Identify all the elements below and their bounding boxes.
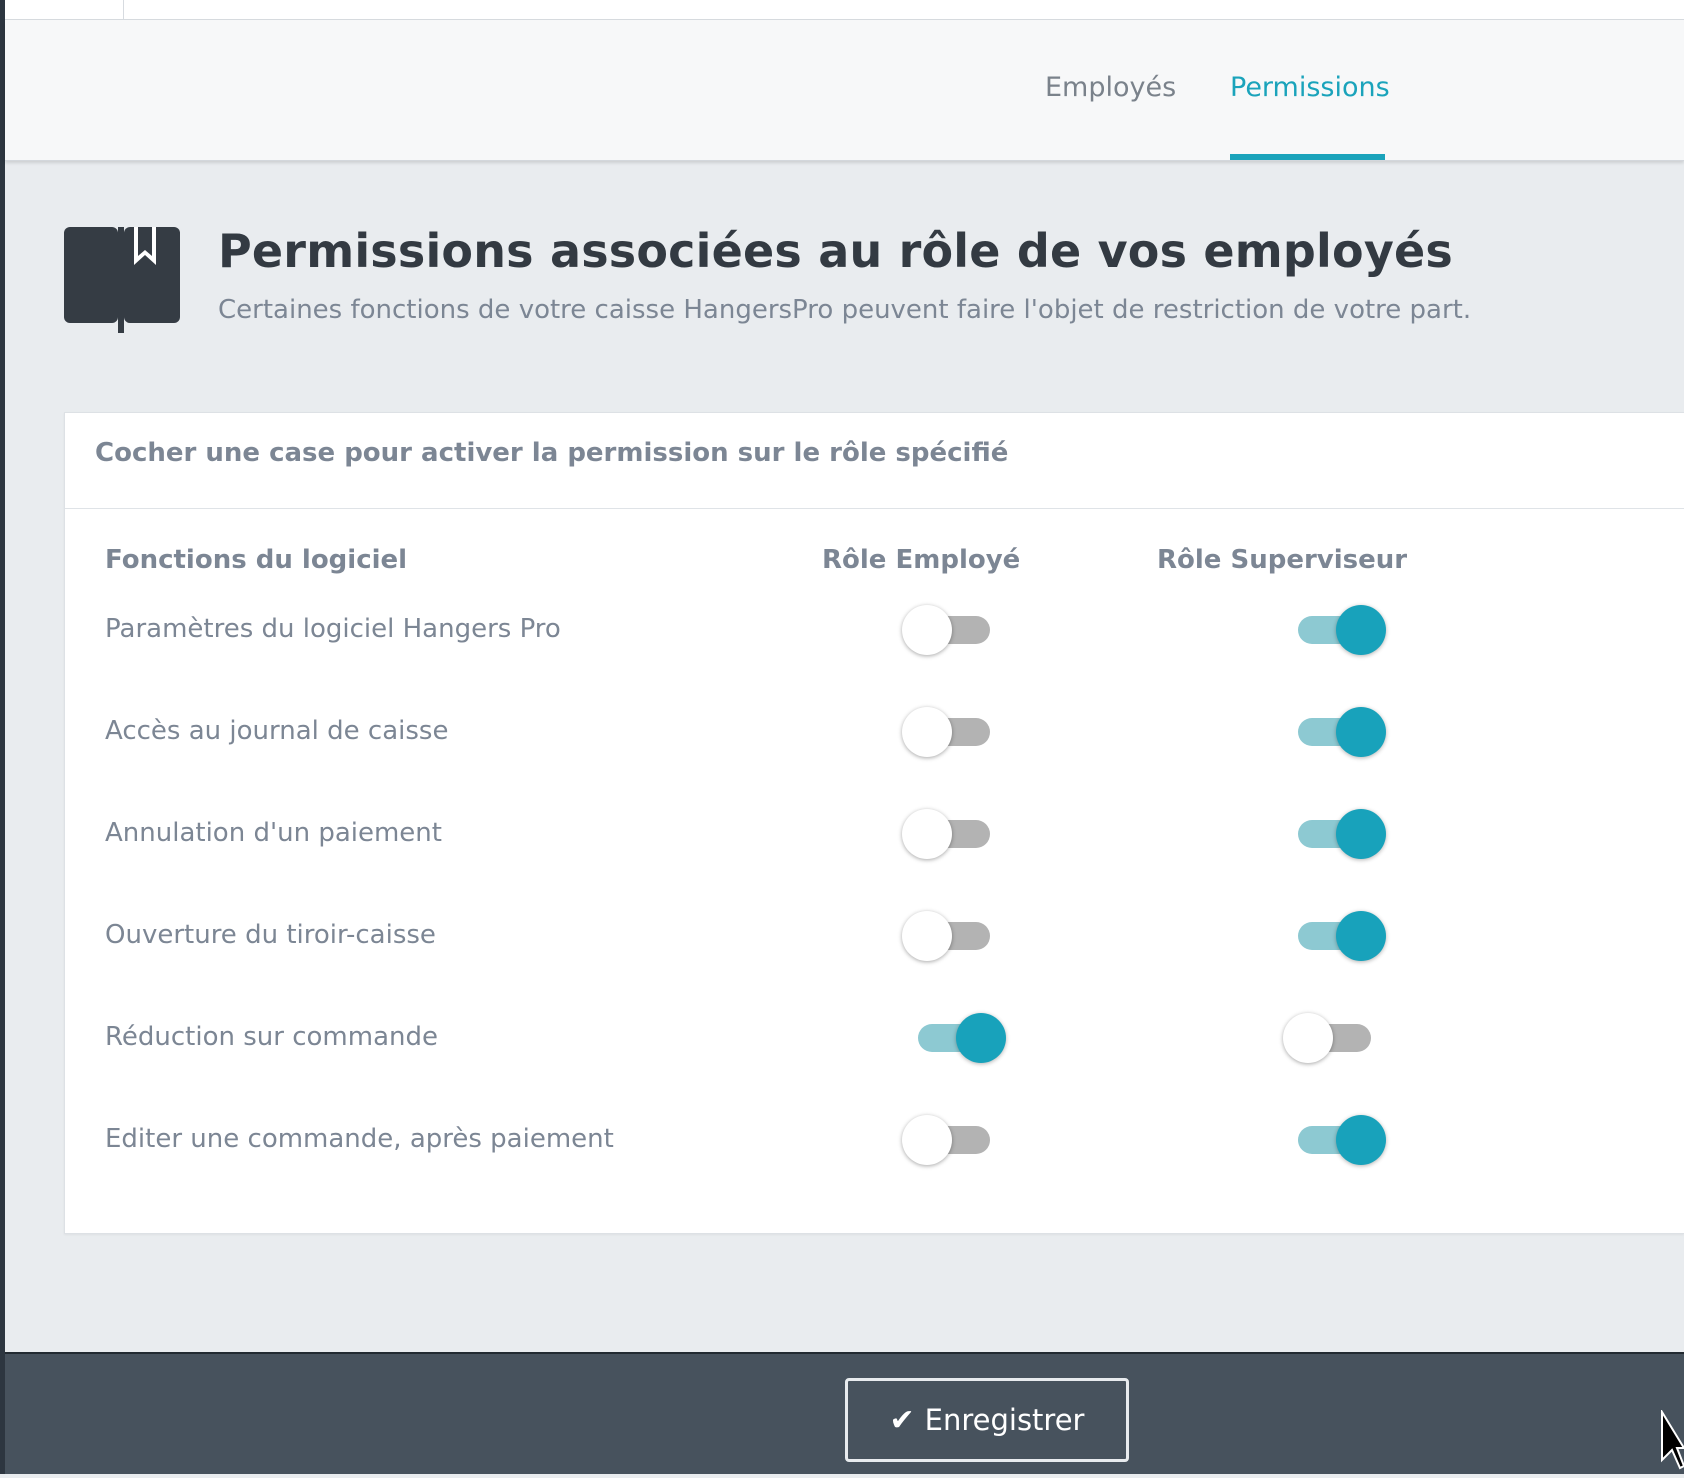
book-bookmark-icon [64, 227, 180, 333]
tab-employes[interactable]: Employés [1045, 72, 1176, 103]
permission-label: Annulation d'un paiement [105, 818, 442, 848]
toggle-knob [902, 809, 952, 859]
page-title: Permissions associées au rôle de vos emp… [218, 224, 1453, 278]
toggle-knob [1283, 1013, 1333, 1063]
top-bar-divider [123, 0, 124, 20]
toggle-role-employe[interactable] [902, 808, 998, 860]
toggle-knob [1336, 809, 1386, 859]
toggle-knob [1336, 707, 1386, 757]
page-subtitle: Certaines fonctions de votre caisse Hang… [218, 295, 1472, 325]
toggle-role-employe[interactable] [902, 910, 998, 962]
column-header-functions: Fonctions du logiciel [105, 545, 408, 575]
column-header-supervisor-role: Rôle Superviseur [1157, 545, 1408, 575]
app-frame: Employés Permissions Permissions associé… [0, 0, 1684, 1474]
card-header: Cocher une case pour activer la permissi… [65, 413, 1684, 509]
toggle-role-employe[interactable] [910, 1012, 1006, 1064]
toggle-role-employe[interactable] [902, 706, 998, 758]
active-tab-indicator [1230, 154, 1385, 160]
toggle-knob [902, 1115, 952, 1165]
permission-label: Ouverture du tiroir-caisse [105, 920, 436, 950]
toggle-knob [956, 1013, 1006, 1063]
mouse-cursor-icon [1660, 1408, 1684, 1474]
toggle-knob [902, 911, 952, 961]
save-button-label: Enregistrer [924, 1403, 1085, 1437]
toggle-role-employe[interactable] [902, 604, 998, 656]
permission-label: Réduction sur commande [105, 1022, 438, 1052]
top-bar [5, 0, 1684, 20]
tab-permissions[interactable]: Permissions [1230, 72, 1390, 103]
permissions-card: Cocher une case pour activer la permissi… [64, 412, 1684, 1234]
permission-label: Paramètres du logiciel Hangers Pro [105, 614, 561, 644]
permission-label: Editer une commande, après paiement [105, 1124, 614, 1154]
permission-label: Accès au journal de caisse [105, 716, 449, 746]
toggle-knob [1336, 1115, 1386, 1165]
toggle-knob [1336, 911, 1386, 961]
toggle-role-superviseur[interactable] [1290, 910, 1386, 962]
tabs-bar: Employés Permissions [5, 20, 1684, 161]
toggle-knob [902, 605, 952, 655]
save-button[interactable]: ✔ Enregistrer [845, 1378, 1129, 1462]
toggle-role-employe[interactable] [902, 1114, 998, 1166]
toggle-role-superviseur[interactable] [1290, 808, 1386, 860]
column-header-employee-role: Rôle Employé [822, 545, 1021, 575]
window-left-edge [0, 0, 5, 1474]
card-instruction: Cocher une case pour activer la permissi… [95, 438, 1009, 468]
footer-bar: ✔ Enregistrer [5, 1352, 1684, 1474]
toggle-role-superviseur[interactable] [1283, 1012, 1379, 1064]
toggle-role-superviseur[interactable] [1290, 604, 1386, 656]
toggle-knob [902, 707, 952, 757]
toggle-role-superviseur[interactable] [1290, 706, 1386, 758]
toggle-knob [1336, 605, 1386, 655]
toggle-role-superviseur[interactable] [1290, 1114, 1386, 1166]
check-icon: ✔ [889, 1402, 915, 1438]
